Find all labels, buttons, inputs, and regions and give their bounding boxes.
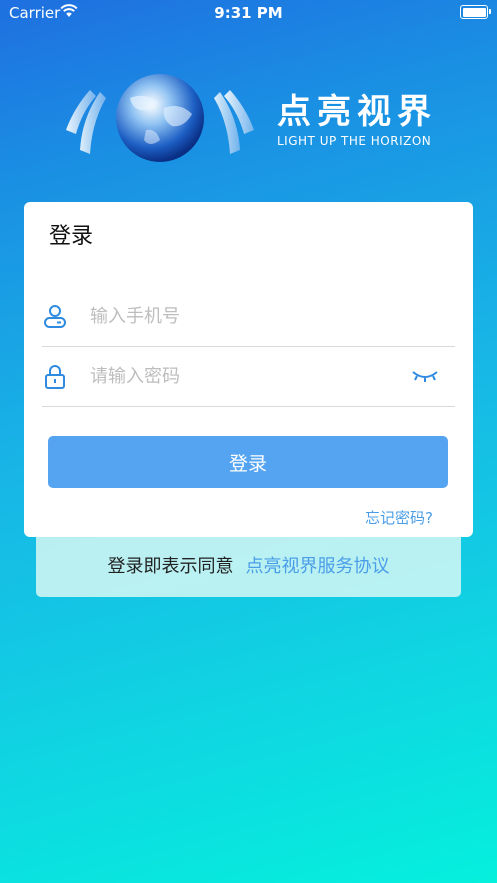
phone-input[interactable]: [90, 300, 390, 332]
login-card: 登录 登录 忘记密码?: [24, 202, 473, 537]
globe-logo-icon: [66, 74, 254, 162]
forgot-password-link[interactable]: 忘记密码?: [365, 507, 433, 528]
clock: 9:31 PM: [214, 4, 283, 22]
login-title: 登录: [49, 224, 94, 249]
lock-icon: [45, 365, 65, 389]
brand-name: 点亮视界: [277, 92, 437, 132]
phone-field: [42, 286, 455, 347]
brand-slogan: LIGHT UP THE HORIZON: [277, 134, 432, 148]
service-agreement-link[interactable]: 点亮视界服务协议: [246, 556, 390, 577]
battery-icon: [460, 5, 491, 19]
agreement-text: 登录即表示同意: [107, 556, 234, 577]
eye-closed-icon[interactable]: [411, 366, 439, 386]
password-input[interactable]: [90, 360, 390, 392]
agreement-notice: 登录即表示同意 点亮视界服务协议: [36, 537, 461, 597]
login-button[interactable]: 登录: [48, 436, 448, 488]
password-field: [42, 346, 455, 407]
status-bar: Carrier 9:31 PM: [0, 0, 497, 26]
user-icon: [44, 305, 66, 328]
